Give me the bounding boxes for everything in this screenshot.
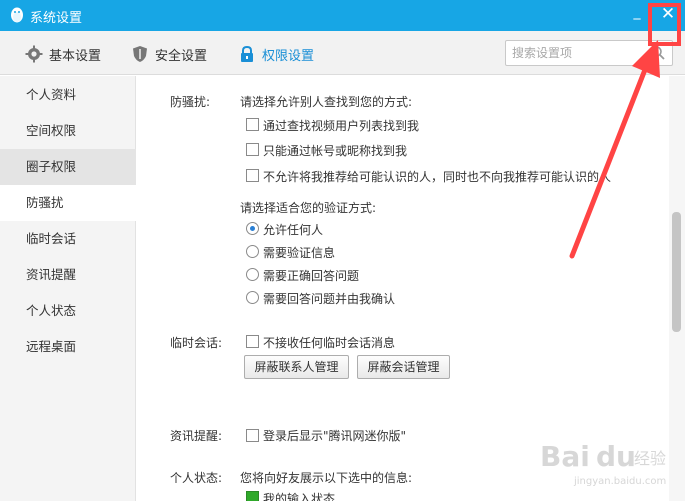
temp-chat-option-label[interactable]: 不接收任何临时会话消息: [263, 334, 395, 351]
verify-option-radio[interactable]: [246, 291, 259, 304]
lock-icon: [241, 45, 253, 62]
sidebar-item-circle-permission[interactable]: 圈子权限: [0, 149, 136, 185]
verify-option-label[interactable]: 需要验证信息: [263, 244, 335, 261]
sidebar-item-personal-status[interactable]: 个人状态: [0, 293, 136, 329]
find-option-label[interactable]: 不允许将我推荐给可能认识的人，同时也不向我推荐可能认识的人: [263, 168, 611, 185]
tab-security-settings[interactable]: 安全设置: [131, 44, 207, 64]
section-label-personal-status: 个人状态:: [170, 471, 223, 485]
find-prompt: 请选择允许别人查找到您的方式:: [240, 95, 413, 109]
find-option-checkbox[interactable]: [246, 169, 259, 182]
blocked-sessions-button[interactable]: 屏蔽会话管理: [357, 355, 450, 379]
sidebar-item-remote-desktop[interactable]: 远程桌面: [0, 329, 136, 365]
tab-permission-settings[interactable]: 权限设置: [238, 44, 314, 64]
svg-text:Bai: Bai: [540, 440, 590, 473]
news-option-label[interactable]: 登录后显示"腾讯网迷你版": [263, 427, 406, 444]
verify-option-label[interactable]: 允许任何人: [263, 221, 323, 238]
sidebar: 个人资料 空间权限 圈子权限 防骚扰 临时会话 资讯提醒 个人状态 远程桌面: [0, 76, 136, 501]
news-checkbox[interactable]: [246, 429, 259, 442]
svg-text:经验: 经验: [634, 449, 666, 468]
find-option-checkbox[interactable]: [246, 118, 259, 131]
verify-option-label[interactable]: 需要正确回答问题: [263, 267, 359, 284]
sidebar-item-news-reminder[interactable]: 资讯提醒: [0, 257, 136, 293]
sidebar-item-temp-chat[interactable]: 临时会话: [0, 221, 136, 257]
baidu-watermark-logo: Bai du 经验 jingyan.baidu.com: [540, 440, 666, 487]
status-checkbox[interactable]: [246, 491, 259, 501]
tab-label: 基本设置: [49, 48, 102, 64]
verify-option-radio[interactable]: [246, 222, 259, 235]
temp-chat-checkbox[interactable]: [246, 335, 259, 348]
svg-text:du: du: [596, 440, 636, 473]
verify-prompt: 请选择适合您的验证方式:: [240, 201, 377, 215]
minimize-button[interactable]: _: [630, 4, 644, 24]
find-option-label[interactable]: 只能通过帐号或昵称找到我: [263, 142, 407, 159]
title-bar: 系统设置 _ ✕: [0, 0, 685, 31]
section-label-news-reminder: 资讯提醒:: [170, 429, 223, 443]
tab-basic-settings[interactable]: 基本设置: [25, 44, 101, 64]
section-label-temp-chat: 临时会话:: [170, 336, 223, 350]
gear-icon: [25, 45, 43, 63]
verify-option-label[interactable]: 需要回答问题并由我确认: [263, 290, 395, 307]
window-title: 系统设置: [30, 11, 83, 26]
shield-icon: [133, 46, 147, 62]
penguin-logo-icon: [11, 7, 23, 23]
tab-label: 安全设置: [155, 48, 208, 64]
tab-label: 权限设置: [262, 48, 315, 64]
annotation-arrow-icon: [569, 40, 660, 259]
scrollbar-thumb[interactable]: [672, 212, 681, 332]
sidebar-item-anti-harassment[interactable]: 防骚扰: [0, 185, 136, 221]
find-option-checkbox[interactable]: [246, 143, 259, 156]
status-option-label[interactable]: 我的输入状态: [263, 490, 335, 501]
section-label-anti-harassment: 防骚扰:: [170, 95, 211, 109]
find-option-label[interactable]: 通过查找视频用户列表找到我: [263, 117, 419, 134]
sidebar-item-space-permission[interactable]: 空间权限: [0, 113, 136, 149]
sidebar-item-profile[interactable]: 个人资料: [0, 77, 136, 113]
verify-option-radio[interactable]: [246, 245, 259, 258]
svg-text:jingyan.baidu.com: jingyan.baidu.com: [573, 476, 666, 487]
blocked-contacts-button[interactable]: 屏蔽联系人管理: [244, 355, 349, 379]
verify-option-radio[interactable]: [246, 268, 259, 281]
status-prompt: 您将向好友展示以下选中的信息:: [240, 471, 413, 485]
